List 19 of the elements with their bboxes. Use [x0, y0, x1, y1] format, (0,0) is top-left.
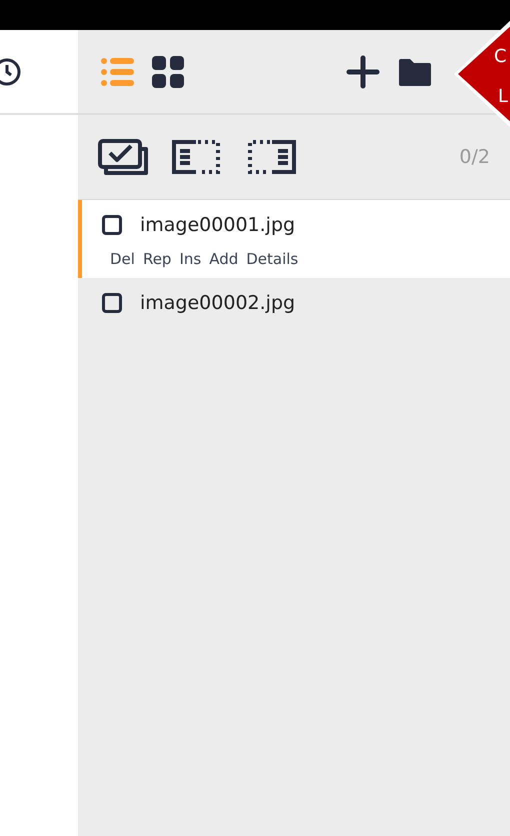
- file-name: image00001.jpg: [140, 214, 296, 236]
- checkbox[interactable]: [102, 215, 122, 235]
- action-link[interactable]: Add: [209, 250, 238, 268]
- grid-view-icon[interactable]: [152, 56, 184, 88]
- selection-count: 0/2: [459, 146, 490, 168]
- tooltip-text: L: [498, 86, 508, 107]
- folder-icon[interactable]: [398, 56, 432, 86]
- file-item[interactable]: image00001.jpg Del Rep Ins Add Details: [78, 200, 510, 278]
- checkbox[interactable]: [102, 293, 122, 313]
- file-name: image00002.jpg: [140, 292, 296, 314]
- file-item[interactable]: image00002.jpg: [78, 278, 510, 324]
- clock-icon[interactable]: [0, 56, 22, 86]
- add-icon[interactable]: [346, 54, 380, 88]
- action-link[interactable]: Del: [110, 250, 135, 268]
- action-link[interactable]: Rep: [142, 250, 172, 268]
- select-all-icon[interactable]: [98, 137, 150, 177]
- action-link[interactable]: Details: [246, 250, 298, 268]
- tooltip-text: C: [494, 46, 507, 67]
- action-link[interactable]: Ins: [179, 250, 202, 268]
